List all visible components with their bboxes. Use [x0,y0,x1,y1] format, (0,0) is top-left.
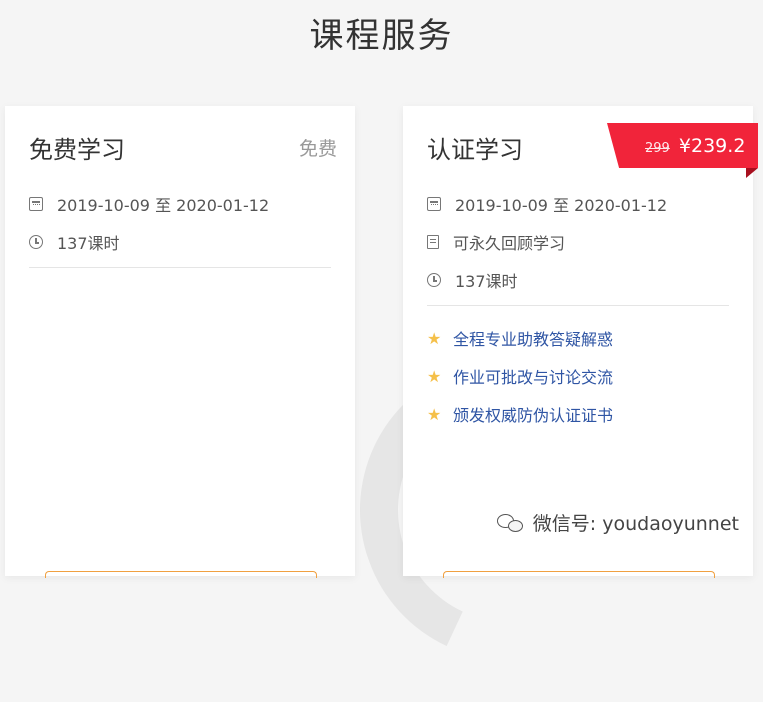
feature-item: ★ 作业可批改与讨论交流 [427,364,613,388]
review-row: 可永久回顾学习 [427,230,565,254]
divider [427,305,729,306]
divider [29,267,331,268]
hours-text: 137课时 [455,272,518,291]
watermark-text: 微信号: youdaoyunnet [532,513,739,535]
date-range-text: 2019-10-09 至 2020-01-12 [57,196,270,215]
certified-learn-button[interactable] [443,571,715,578]
feature-item: ★ 全程专业助教答疑解惑 [427,326,613,350]
calendar-icon [427,197,441,211]
free-learn-button[interactable] [45,571,317,578]
date-range-row: 2019-10-09 至 2020-01-12 [29,192,269,216]
clock-icon [29,235,43,249]
hours-row: 137课时 [427,268,518,292]
clock-icon [427,273,441,287]
ribbon-fold [746,168,758,178]
star-icon: ★ [427,366,442,386]
wechat-icon [496,512,525,534]
feature-text: 作业可批改与讨论交流 [453,368,614,387]
calendar-icon [29,197,43,211]
review-text: 可永久回顾学习 [453,234,566,253]
feature-text: 颁发权威防伪认证证书 [453,406,614,425]
document-icon [427,235,439,249]
date-range-row: 2019-10-09 至 2020-01-12 [427,192,667,216]
date-range-text: 2019-10-09 至 2020-01-12 [455,196,668,215]
hours-text: 137课时 [57,234,120,253]
wechat-watermark: 微信号: youdaoyunnet [496,509,739,536]
card-title: 免费学习 [29,136,125,164]
free-learning-card[interactable]: 免费学习 免费 2019-10-09 至 2020-01-12 137课时 [5,106,355,578]
free-price-label: 免费 [298,138,337,160]
original-price: 299 [645,141,670,156]
certified-learning-card[interactable]: 认证学习 299 ¥239.2 2019-10-09 至 2020-01-12 … [403,106,758,578]
discount-price: ¥239.2 [678,135,746,157]
section-title: 课程服务 [309,16,454,56]
feature-item: ★ 颁发权威防伪认证证书 [427,402,613,426]
hours-row: 137课时 [29,230,120,254]
star-icon: ★ [427,404,442,424]
feature-text: 全程专业助教答疑解惑 [453,330,614,349]
star-icon: ★ [427,328,442,348]
card-title: 认证学习 [427,136,523,164]
price-ribbon-text: 299 ¥239.2 [645,135,745,157]
